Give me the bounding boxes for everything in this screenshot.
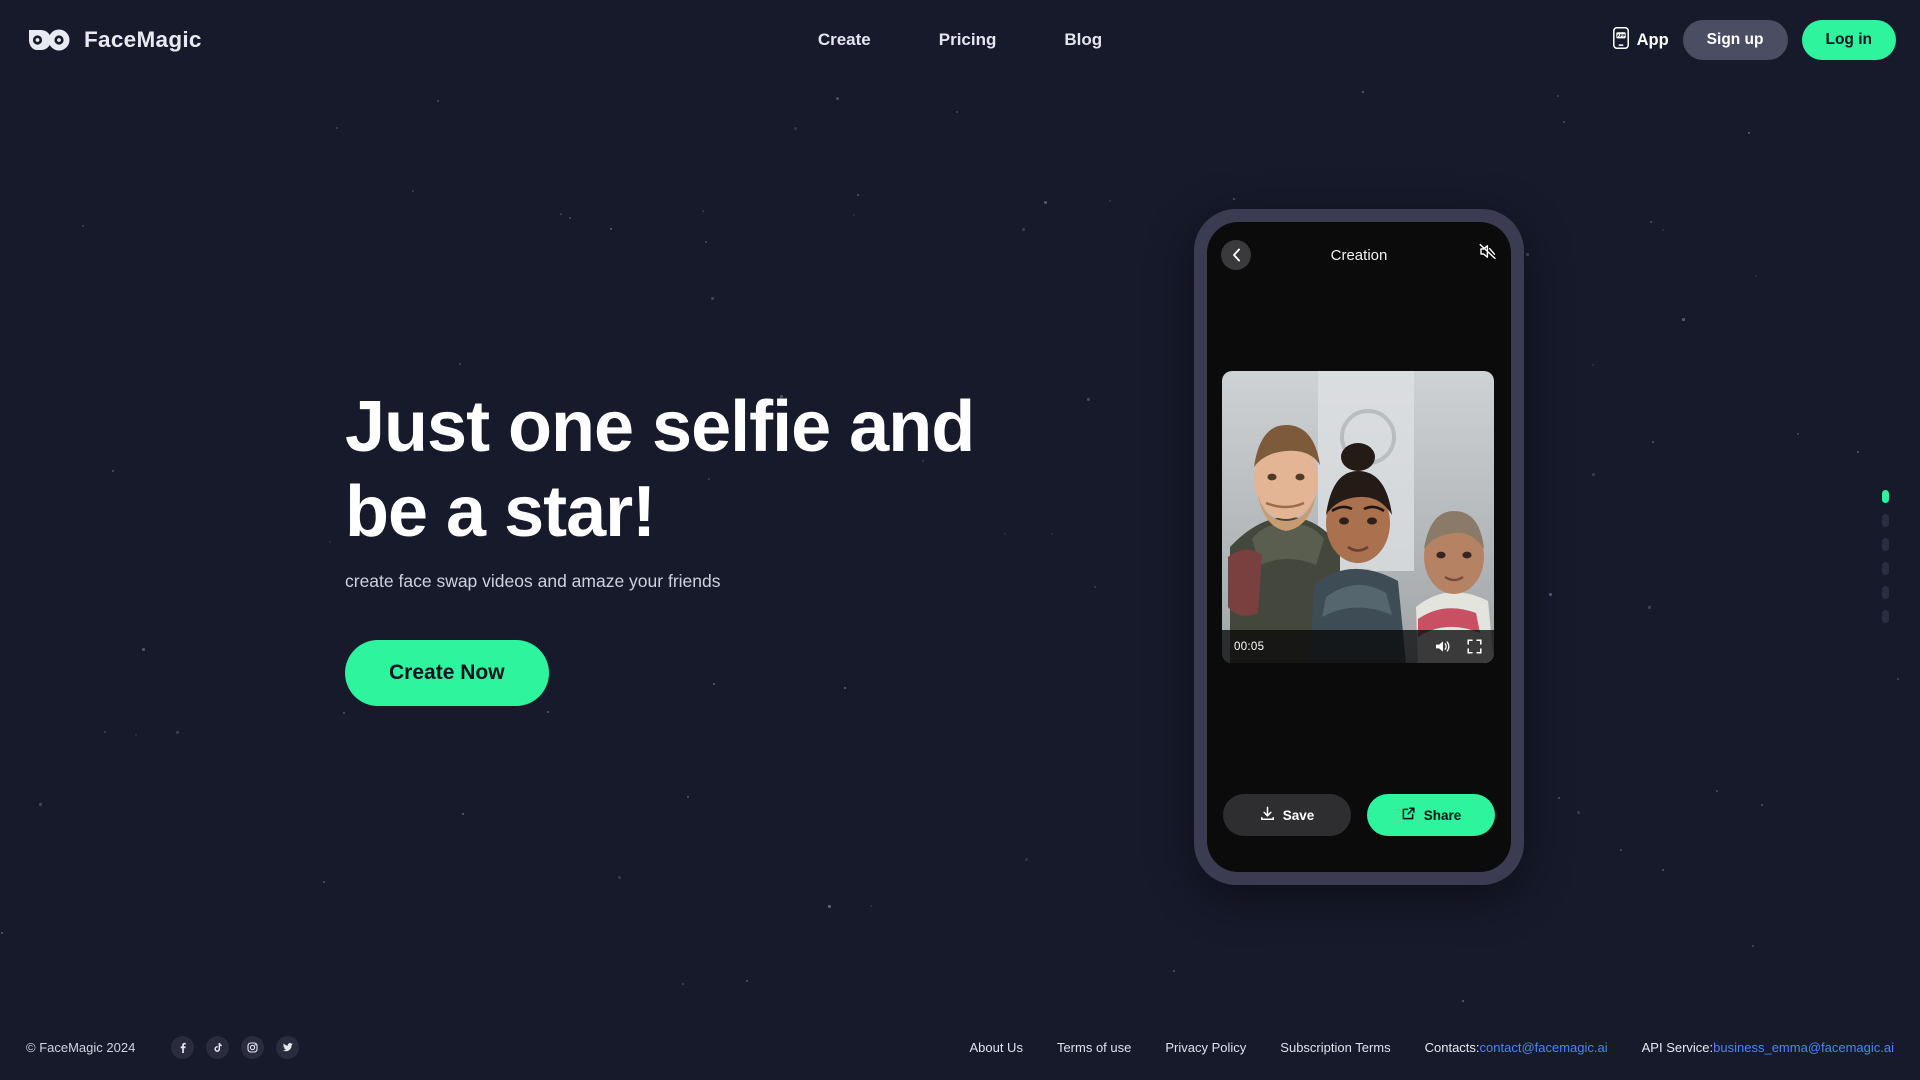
phone-action-buttons: Save Share [1207,794,1511,836]
tiktok-icon[interactable] [206,1035,230,1059]
logo[interactable]: FaceMagic [26,27,202,53]
download-icon [1260,806,1275,824]
app-link[interactable]: APP App [1612,26,1669,54]
page-dot-1[interactable] [1882,490,1889,503]
social-links [171,1035,300,1059]
footer-link-privacy-policy[interactable]: Privacy Policy [1165,1040,1246,1055]
nav-item-create[interactable]: Create [808,24,881,56]
hero-title-line-2: be a star! [345,471,656,552]
video-controls: 00:05 [1222,630,1494,663]
api-service-label: API Service: [1641,1039,1714,1055]
video-control-icons [1434,639,1482,654]
api-service-email-link[interactable]: business_emma@facemagic.ai [1713,1040,1894,1055]
page-dot-3[interactable] [1882,538,1889,551]
contacts-label: Contacts: [1424,1039,1480,1055]
speaker-muted-icon[interactable] [1478,242,1497,261]
signup-button[interactable]: Sign up [1682,20,1788,60]
facebook-icon[interactable] [171,1035,195,1059]
svg-text:APP: APP [1616,33,1625,38]
nav-item-blog[interactable]: Blog [1054,24,1112,56]
footer-link-about-us[interactable]: About Us [969,1040,1022,1055]
video-time: 00:05 [1234,640,1265,653]
twitter-icon[interactable] [276,1035,300,1059]
hero-title-line-1: Just one selfie and [345,387,975,467]
page-scroll-indicator[interactable] [1882,490,1889,623]
site-footer: © FaceMagic 2024 About Us Terms of use P… [0,1014,1920,1080]
create-now-button[interactable]: Create Now [345,639,549,706]
footer-link-subscription-terms[interactable]: Subscription Terms [1280,1040,1390,1055]
contacts-email-link[interactable]: contact@facemagic.ai [1480,1040,1608,1055]
login-button[interactable]: Log in [1801,20,1896,60]
phone-screen: Creation 00:05 Save Share [1207,222,1511,872]
contacts-info: Contacts:contact@facemagic.ai [1425,1040,1608,1055]
hero-subtitle: create face swap videos and amaze your f… [345,570,721,591]
save-button-label: Save [1282,807,1315,823]
hero-section: Just one selfie and be a star! create fa… [345,385,975,706]
phone-topbar: Creation [1207,222,1511,288]
footer-link-terms-of-use[interactable]: Terms of use [1057,1040,1131,1055]
page-dot-5[interactable] [1882,586,1889,599]
page-dot-2[interactable] [1882,514,1889,527]
external-link-icon [1401,806,1416,824]
phone-screen-title: Creation [1330,246,1388,264]
video-player[interactable]: 00:05 [1222,371,1494,663]
instagram-icon[interactable] [241,1035,265,1059]
page-dot-4[interactable] [1882,562,1889,575]
facemagic-eyes-logo-icon [26,27,72,53]
share-button-label: Share [1423,807,1462,823]
copyright-text: © FaceMagic 2024 [26,1039,136,1055]
logo-text: FaceMagic [84,27,202,52]
site-header: FaceMagic Create Pricing Blog APP App Si… [0,0,1920,80]
footer-links: About Us Terms of use Privacy Policy Sub… [969,1040,1894,1055]
page-title: Just one selfie and be a star! [345,385,975,555]
save-button[interactable]: Save [1223,794,1351,836]
mobile-app-icon: APP [1612,26,1629,54]
video-thumbnail [1222,371,1494,663]
volume-icon[interactable] [1434,639,1450,654]
page-dot-6[interactable] [1882,610,1889,623]
share-button[interactable]: Share [1367,794,1495,836]
api-service-info: API Service:business_emma@facemagic.ai [1642,1040,1894,1055]
fullscreen-icon[interactable] [1467,639,1482,654]
app-link-label: App [1636,30,1669,49]
phone-mockup: Creation 00:05 Save Share [1194,209,1524,885]
header-actions: APP App Sign up Log in [1612,20,1896,60]
nav-item-pricing[interactable]: Pricing [929,24,1007,56]
